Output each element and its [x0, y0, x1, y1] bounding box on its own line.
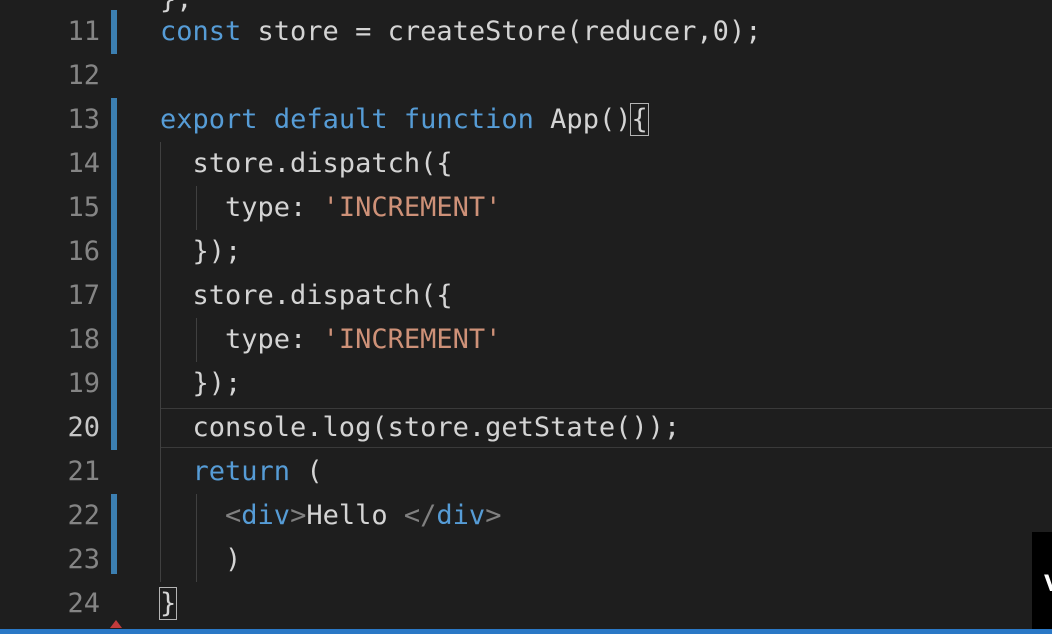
- modified-gutter-indicator[interactable]: [111, 362, 117, 406]
- code-token: div: [436, 500, 486, 531]
- code-token: return: [192, 456, 291, 487]
- code-token: }: [158, 587, 178, 620]
- line-number: 22: [67, 500, 100, 531]
- code-text[interactable]: store.dispatch({: [160, 280, 453, 312]
- code-token: console.log(store.getState());: [160, 412, 681, 443]
- code-editor[interactable]: }; 11const store = createStore(reducer,0…: [0, 0, 1052, 634]
- modified-gutter-indicator[interactable]: [111, 230, 117, 274]
- line-number: 11: [67, 16, 100, 47]
- line-number: 24: [67, 588, 100, 619]
- code-line[interactable]: 16 });: [0, 230, 1052, 274]
- video-overlay-corner: V: [1032, 532, 1052, 629]
- code-token: 'INCREMENT': [322, 324, 502, 355]
- code-token: });: [160, 368, 242, 399]
- code-token: type:: [160, 192, 323, 223]
- overlay-letter: V: [1044, 572, 1052, 597]
- code-text[interactable]: ): [160, 544, 241, 576]
- code-token: type:: [160, 324, 323, 355]
- code-text[interactable]: type: 'INCREMENT': [160, 192, 501, 224]
- code-line[interactable]: 17 store.dispatch({: [0, 274, 1052, 318]
- code-token: store = createStore(reducer,0);: [241, 16, 762, 47]
- code-token: >: [290, 500, 307, 531]
- code-line[interactable]: 23 ): [0, 538, 1052, 582]
- code-text[interactable]: <div>Hello </div>: [160, 500, 501, 532]
- code-text[interactable]: store.dispatch({: [160, 148, 453, 180]
- modified-gutter-indicator[interactable]: [111, 318, 117, 362]
- line-number: 16: [67, 236, 100, 267]
- modified-gutter-indicator[interactable]: [111, 538, 117, 574]
- code-token: default: [273, 104, 388, 135]
- code-text[interactable]: return (: [160, 456, 323, 488]
- code-text[interactable]: const store = createStore(reducer,0);: [160, 16, 761, 48]
- code-text[interactable]: });: [160, 236, 242, 268]
- modified-gutter-indicator[interactable]: [111, 98, 117, 142]
- code-text[interactable]: console.log(store.getState());: [160, 412, 681, 444]
- code-line[interactable]: 18 type: 'INCREMENT': [0, 318, 1052, 362]
- status-bar: [0, 629, 1052, 634]
- code-token: >: [485, 500, 502, 531]
- line-number: 15: [67, 192, 100, 223]
- code-token: </: [403, 500, 437, 531]
- code-token: function: [403, 104, 534, 135]
- code-line[interactable]: 19 });: [0, 362, 1052, 406]
- code-text[interactable]: }: [158, 587, 178, 620]
- code-text[interactable]: });: [160, 368, 242, 400]
- code-line[interactable]: 14 store.dispatch({: [0, 142, 1052, 186]
- modified-gutter-indicator[interactable]: [111, 142, 117, 186]
- indent-guide: [196, 494, 197, 582]
- code-token: store.dispatch({: [160, 148, 453, 179]
- code-token: App(): [533, 104, 632, 135]
- code-token: div: [241, 500, 291, 531]
- line-number: 12: [67, 60, 100, 91]
- code-line[interactable]: 21 return (: [0, 450, 1052, 494]
- code-text[interactable]: type: 'INCREMENT': [160, 324, 501, 356]
- code-token: {: [630, 103, 649, 136]
- line-number: 17: [67, 280, 100, 311]
- indent-guide: [196, 186, 197, 230]
- line-number: 20: [67, 412, 100, 443]
- line-number: 19: [67, 368, 100, 399]
- code-token: store.dispatch({: [160, 280, 453, 311]
- code-text[interactable]: export default function App(){: [160, 103, 649, 136]
- modified-gutter-indicator[interactable]: [111, 406, 117, 450]
- code-token: 'INCREMENT': [322, 192, 502, 223]
- modified-gutter-indicator[interactable]: [111, 274, 117, 318]
- modified-gutter-indicator[interactable]: [111, 494, 117, 538]
- code-line[interactable]: 15 type: 'INCREMENT': [0, 186, 1052, 230]
- modified-gutter-indicator[interactable]: [111, 186, 117, 230]
- code-token: export: [160, 104, 258, 135]
- code-line[interactable]: 24}: [0, 582, 1052, 626]
- indent-guide: [196, 318, 197, 362]
- code-token: const: [160, 16, 242, 47]
- code-line[interactable]: 12: [0, 54, 1052, 98]
- line-number: 13: [67, 104, 100, 135]
- code-line[interactable]: 22 <div>Hello </div>: [0, 494, 1052, 538]
- code-token: });: [160, 236, 242, 267]
- code-token: <: [225, 500, 242, 531]
- code-token: Hello: [306, 500, 404, 531]
- line-number: 18: [67, 324, 100, 355]
- code-line[interactable]: 20 console.log(store.getState());: [0, 406, 1052, 450]
- code-token: (: [290, 456, 323, 487]
- code-token: ): [160, 544, 242, 575]
- indent-guide: [160, 142, 161, 582]
- code-line[interactable]: 11 const store = createStore(reducer,0);: [0, 10, 1052, 54]
- modified-gutter-indicator[interactable]: [111, 10, 117, 54]
- error-marker-icon: [110, 620, 122, 628]
- code-line[interactable]: 13 export default function App(){: [0, 98, 1052, 142]
- line-number: 23: [67, 544, 100, 575]
- line-number: 21: [67, 456, 100, 487]
- line-number: 14: [67, 148, 100, 179]
